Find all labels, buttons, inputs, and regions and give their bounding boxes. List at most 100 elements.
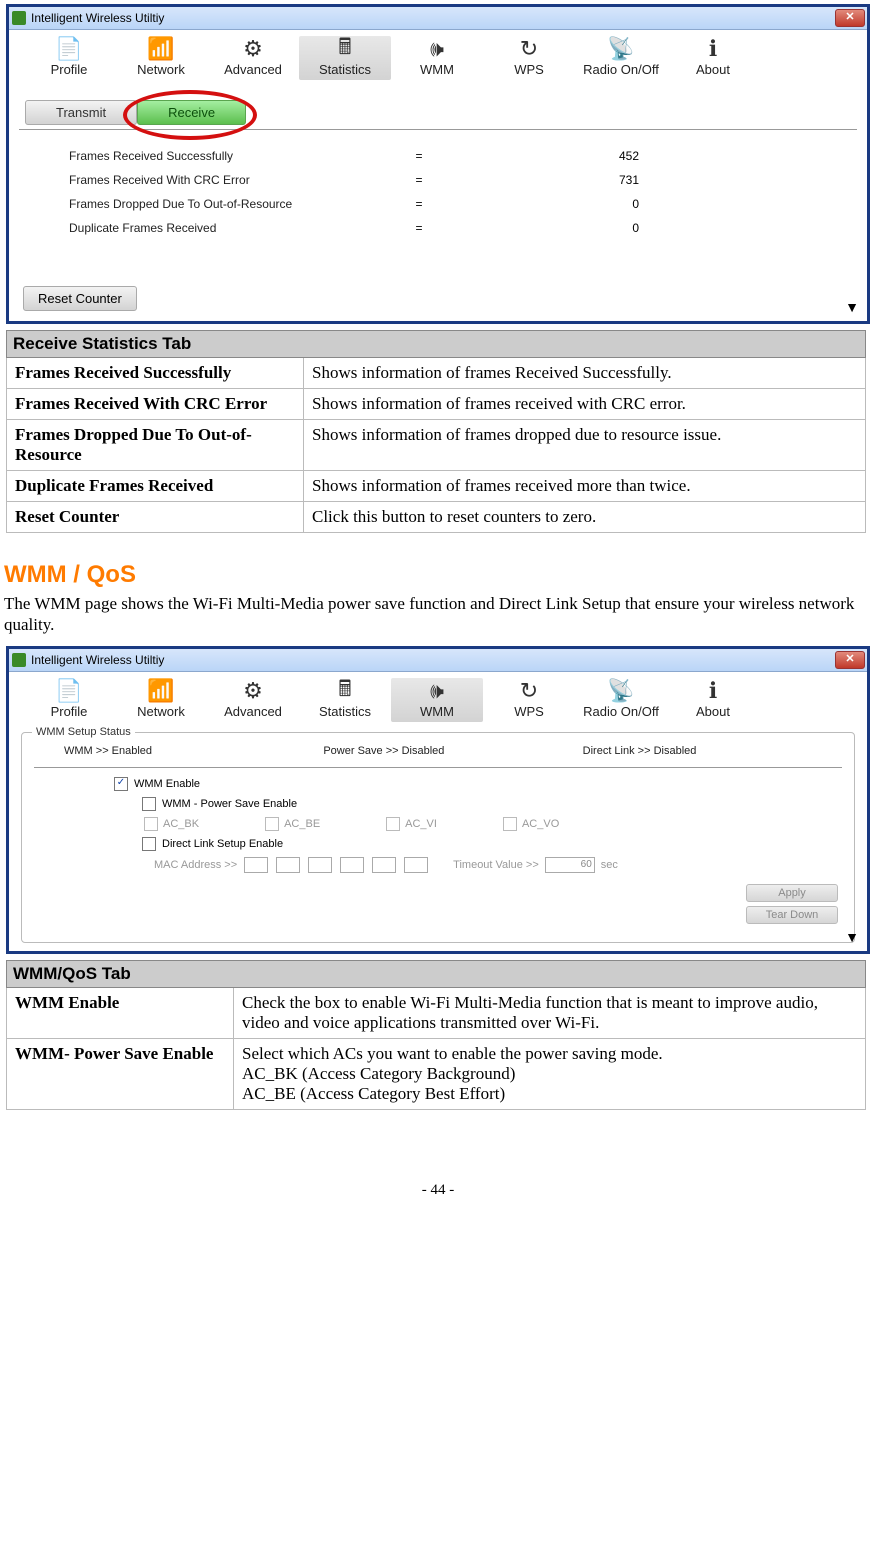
toolbar-radioonoff[interactable]: 📡Radio On/Off	[575, 678, 667, 722]
toolbar-statistics[interactable]: 🖩Statistics	[299, 36, 391, 80]
checkbox-icon[interactable]	[386, 817, 400, 831]
table-row: Reset CounterClick this button to reset …	[7, 502, 866, 533]
mac-field[interactable]	[244, 857, 268, 873]
toolbar-label: About	[696, 62, 730, 77]
term-cell: Reset Counter	[7, 502, 304, 533]
checkbox-icon[interactable]	[142, 837, 156, 851]
toolbar-about[interactable]: ℹAbout	[667, 36, 759, 80]
receive-statistics-table: Receive Statistics Tab Frames Received S…	[6, 330, 866, 533]
def-cell: Select which ACs you want to enable the …	[234, 1038, 866, 1109]
stat-row: Frames Received With CRC Error=731	[69, 168, 807, 192]
stat-row: Frames Received Successfully=452	[69, 144, 807, 168]
timeout-field[interactable]: 60	[545, 857, 595, 873]
checkbox-ac_vo[interactable]: AC_VO	[503, 817, 559, 831]
toolbar-label: Network	[137, 704, 185, 719]
app-icon	[12, 11, 26, 25]
mac-field[interactable]	[372, 857, 396, 873]
page-footer: - 44 -	[0, 1182, 876, 1199]
toolbar-label: WPS	[514, 704, 544, 719]
close-icon[interactable]: ✕	[835, 651, 865, 669]
toolbar-label: Profile	[51, 704, 88, 719]
network-icon: 📶	[146, 678, 176, 704]
def-cell: Shows information of frames received wit…	[304, 389, 866, 420]
checkbox-ac_bk[interactable]: AC_BK	[144, 817, 199, 831]
checkbox-icon[interactable]	[114, 777, 128, 791]
ac-row: AC_BK AC_BE AC_VI AC_VO	[34, 814, 842, 834]
checkbox-ac_vi[interactable]: AC_VI	[386, 817, 437, 831]
term-cell: WMM- Power Save Enable	[7, 1038, 234, 1109]
toolbar-advanced[interactable]: ⚙Advanced	[207, 36, 299, 80]
mac-field[interactable]	[404, 857, 428, 873]
def-cell: Shows information of frames received mor…	[304, 471, 866, 502]
profile-icon: 📄	[54, 678, 84, 704]
toolbar-label: Profile	[51, 62, 88, 77]
reset-counter-button[interactable]: Reset Counter	[23, 286, 137, 311]
network-icon: 📶	[146, 36, 176, 62]
checkbox-powersave-enable[interactable]: WMM - Power Save Enable	[34, 794, 842, 814]
def-cell: Shows information of frames dropped due …	[304, 420, 866, 471]
stat-value: 0	[439, 221, 639, 235]
toolbar-label: WMM	[420, 704, 454, 719]
term-cell: Frames Received Successfully	[7, 358, 304, 389]
checkbox-icon[interactable]	[142, 797, 156, 811]
checkbox-directlink-enable[interactable]: Direct Link Setup Enable	[34, 834, 842, 854]
about-icon: ℹ	[698, 678, 728, 704]
checkbox-icon[interactable]	[265, 817, 279, 831]
table-row: WMM EnableCheck the box to enable Wi-Fi …	[7, 987, 866, 1038]
group-legend: WMM Setup Status	[32, 726, 135, 738]
window-title: Intelligent Wireless Utiltiy	[31, 653, 164, 667]
toolbar-wmm[interactable]: 🕪WMM	[391, 36, 483, 80]
table-row: Frames Received SuccessfullyShows inform…	[7, 358, 866, 389]
expand-icon[interactable]: ▼	[845, 301, 859, 317]
checkbox-icon[interactable]	[144, 817, 158, 831]
window-title: Intelligent Wireless Utiltiy	[31, 11, 164, 25]
wmm-qos-table: WMM/QoS Tab WMM EnableCheck the box to e…	[6, 960, 866, 1110]
mac-field[interactable]	[340, 857, 364, 873]
toolbar-statistics[interactable]: 🖩Statistics	[299, 678, 391, 722]
toolbar-advanced[interactable]: ⚙Advanced	[207, 678, 299, 722]
mac-field[interactable]	[276, 857, 300, 873]
toolbar-label: Radio On/Off	[583, 704, 659, 719]
apply-button[interactable]: Apply	[746, 884, 838, 902]
table-row: WMM- Power Save EnableSelect which ACs y…	[7, 1038, 866, 1109]
toolbar-profile[interactable]: 📄Profile	[23, 36, 115, 80]
checkbox-wmm-enable[interactable]: WMM Enable	[34, 774, 842, 794]
titlebar: Intelligent Wireless Utiltiy ✕	[9, 7, 867, 30]
table-header: Receive Statistics Tab	[7, 331, 866, 358]
status-directlink: Direct Link >> Disabled	[583, 745, 842, 757]
table-row: Frames Dropped Due To Out-of-ResourceSho…	[7, 420, 866, 471]
toolbar-label: Radio On/Off	[583, 62, 659, 77]
toolbar-label: Advanced	[224, 704, 282, 719]
expand-icon[interactable]: ▼	[845, 931, 859, 947]
subtab-row: Transmit Receive	[9, 84, 867, 125]
stat-label: Frames Received With CRC Error	[69, 173, 399, 187]
stat-row: Frames Dropped Due To Out-of-Resource=0	[69, 192, 807, 216]
titlebar: Intelligent Wireless Utiltiy ✕	[9, 649, 867, 672]
toolbar-wps[interactable]: ↻WPS	[483, 36, 575, 80]
close-icon[interactable]: ✕	[835, 9, 865, 27]
toolbar-profile[interactable]: 📄Profile	[23, 678, 115, 722]
term-cell: Duplicate Frames Received	[7, 471, 304, 502]
toolbar-network[interactable]: 📶Network	[115, 36, 207, 80]
app-icon	[12, 653, 26, 667]
wps-icon: ↻	[514, 678, 544, 704]
tab-transmit[interactable]: Transmit	[25, 100, 137, 125]
def-cell: Shows information of frames Received Suc…	[304, 358, 866, 389]
toolbar-label: WMM	[420, 62, 454, 77]
advanced-icon: ⚙	[238, 678, 268, 704]
radio-icon: 📡	[606, 36, 636, 62]
teardown-button[interactable]: Tear Down	[746, 906, 838, 924]
toolbar: 📄Profile📶Network⚙Advanced🖩Statistics🕪WMM…	[9, 672, 867, 726]
toolbar-network[interactable]: 📶Network	[115, 678, 207, 722]
toolbar-label: WPS	[514, 62, 544, 77]
toolbar-about[interactable]: ℹAbout	[667, 678, 759, 722]
about-icon: ℹ	[698, 36, 728, 62]
tab-receive[interactable]: Receive	[137, 100, 246, 125]
checkbox-icon[interactable]	[503, 817, 517, 831]
toolbar-radioonoff[interactable]: 📡Radio On/Off	[575, 36, 667, 80]
checkbox-ac_be[interactable]: AC_BE	[265, 817, 320, 831]
mac-field[interactable]	[308, 857, 332, 873]
status-powersave: Power Save >> Disabled	[323, 745, 582, 757]
toolbar-wmm[interactable]: 🕪WMM	[391, 678, 483, 722]
toolbar-wps[interactable]: ↻WPS	[483, 678, 575, 722]
